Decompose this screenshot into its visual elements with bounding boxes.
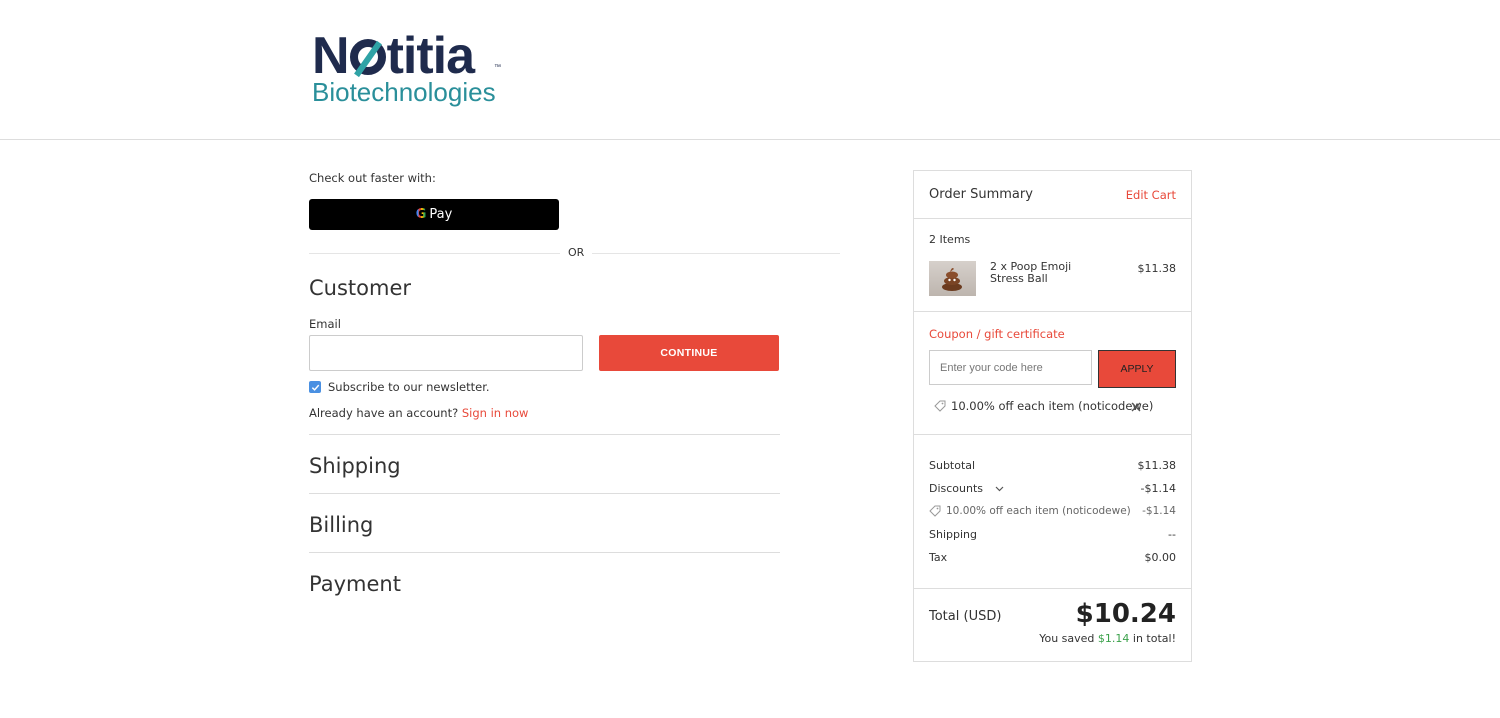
chevron-down-icon [995, 486, 1004, 491]
google-g-icon: G [415, 207, 427, 222]
shipping-value: -- [1168, 528, 1176, 541]
edit-cart-link[interactable]: Edit Cart [1126, 188, 1176, 202]
shipping-label: Shipping [929, 528, 977, 541]
summary-divider [914, 311, 1191, 312]
saved-amount: $1.14 [1097, 632, 1130, 645]
tax-value: $0.00 [1144, 551, 1177, 564]
tag-icon [929, 505, 941, 517]
email-label: Email [309, 317, 341, 331]
discounts-toggle[interactable]: Discounts [929, 482, 1004, 495]
tag-icon [934, 400, 946, 412]
coupon-toggle-link[interactable]: Coupon / gift certificate [929, 327, 1065, 341]
discounts-value: -$1.14 [1140, 482, 1176, 495]
sign-in-link[interactable]: Sign in now [462, 406, 529, 420]
summary-divider [914, 588, 1191, 589]
logo-o-mark-icon [349, 39, 386, 75]
shipping-heading: Shipping [309, 454, 401, 478]
order-summary-title: Order Summary [929, 187, 1033, 202]
subtotal-row: Subtotal $11.38 [929, 459, 1176, 472]
total-label: Total (USD) [929, 609, 1002, 624]
tax-label: Tax [929, 551, 948, 564]
discounts-row: Discounts -$1.14 [929, 482, 1176, 495]
trademark-symbol: ™ [494, 64, 501, 71]
shipping-row: Shipping -- [929, 528, 1176, 541]
saved-prefix: You saved [1039, 632, 1095, 645]
newsletter-label: Subscribe to our newsletter. [328, 380, 490, 394]
discount-detail-value: -$1.14 [1142, 505, 1176, 517]
subtotal-value: $11.38 [1137, 459, 1177, 472]
poop-emoji-icon [942, 268, 962, 291]
google-pay-button[interactable]: G Pay [309, 199, 559, 230]
applied-coupon-text: 10.00% off each item (noticodewe) [951, 399, 1154, 413]
applied-coupon: 10.00% off each item (noticodewe) [934, 399, 1153, 413]
gpay-label: Pay [429, 207, 453, 222]
product-thumbnail [929, 261, 976, 296]
express-checkout-label: Check out faster with: [309, 171, 436, 185]
billing-heading: Billing [309, 513, 374, 537]
subtotal-label: Subtotal [929, 459, 976, 472]
section-divider [309, 552, 780, 553]
discount-detail-label: 10.00% off each item (noticodewe) [946, 505, 1131, 517]
section-divider [309, 434, 780, 435]
order-summary-panel: Order Summary Edit Cart 2 Items 2 x Poop… [913, 170, 1192, 662]
already-account-text: Already have an account? [309, 406, 459, 420]
notitia-logo[interactable]: Ntitia ™ Biotechnologies [312, 28, 512, 112]
item-price: $11.38 [1137, 262, 1177, 275]
summary-divider [914, 218, 1191, 219]
remove-coupon-close-icon[interactable] [1130, 401, 1142, 413]
apply-coupon-button[interactable]: APPLY [1098, 350, 1176, 388]
or-label: OR [560, 246, 593, 259]
email-field[interactable] [309, 335, 583, 371]
saved-suffix: in total! [1132, 632, 1176, 645]
discount-detail-row: 10.00% off each item (noticodewe) -$1.14 [929, 505, 1176, 517]
sign-in-prompt: Already have an account? Sign in now [309, 406, 528, 420]
checkmark-icon [311, 384, 319, 391]
customer-heading: Customer [309, 276, 412, 300]
newsletter-checkbox[interactable] [309, 381, 321, 393]
item-name: 2 x Poop Emoji Stress Ball [990, 260, 1072, 285]
coupon-code-input[interactable] [929, 350, 1092, 385]
payment-heading: Payment [309, 572, 401, 596]
total-value: $10.24 [1075, 599, 1176, 629]
site-header: Ntitia ™ Biotechnologies [0, 0, 1500, 140]
section-divider [309, 493, 780, 494]
items-count: 2 Items [929, 233, 971, 246]
continue-button[interactable]: CONTINUE [599, 335, 779, 371]
tax-row: Tax $0.00 [929, 551, 1176, 564]
savings-note: You saved $1.14 in total! [1039, 632, 1176, 645]
summary-divider [914, 434, 1191, 435]
discounts-label: Discounts [929, 482, 984, 495]
logo-wordmark: Ntitia ™ [312, 28, 512, 84]
